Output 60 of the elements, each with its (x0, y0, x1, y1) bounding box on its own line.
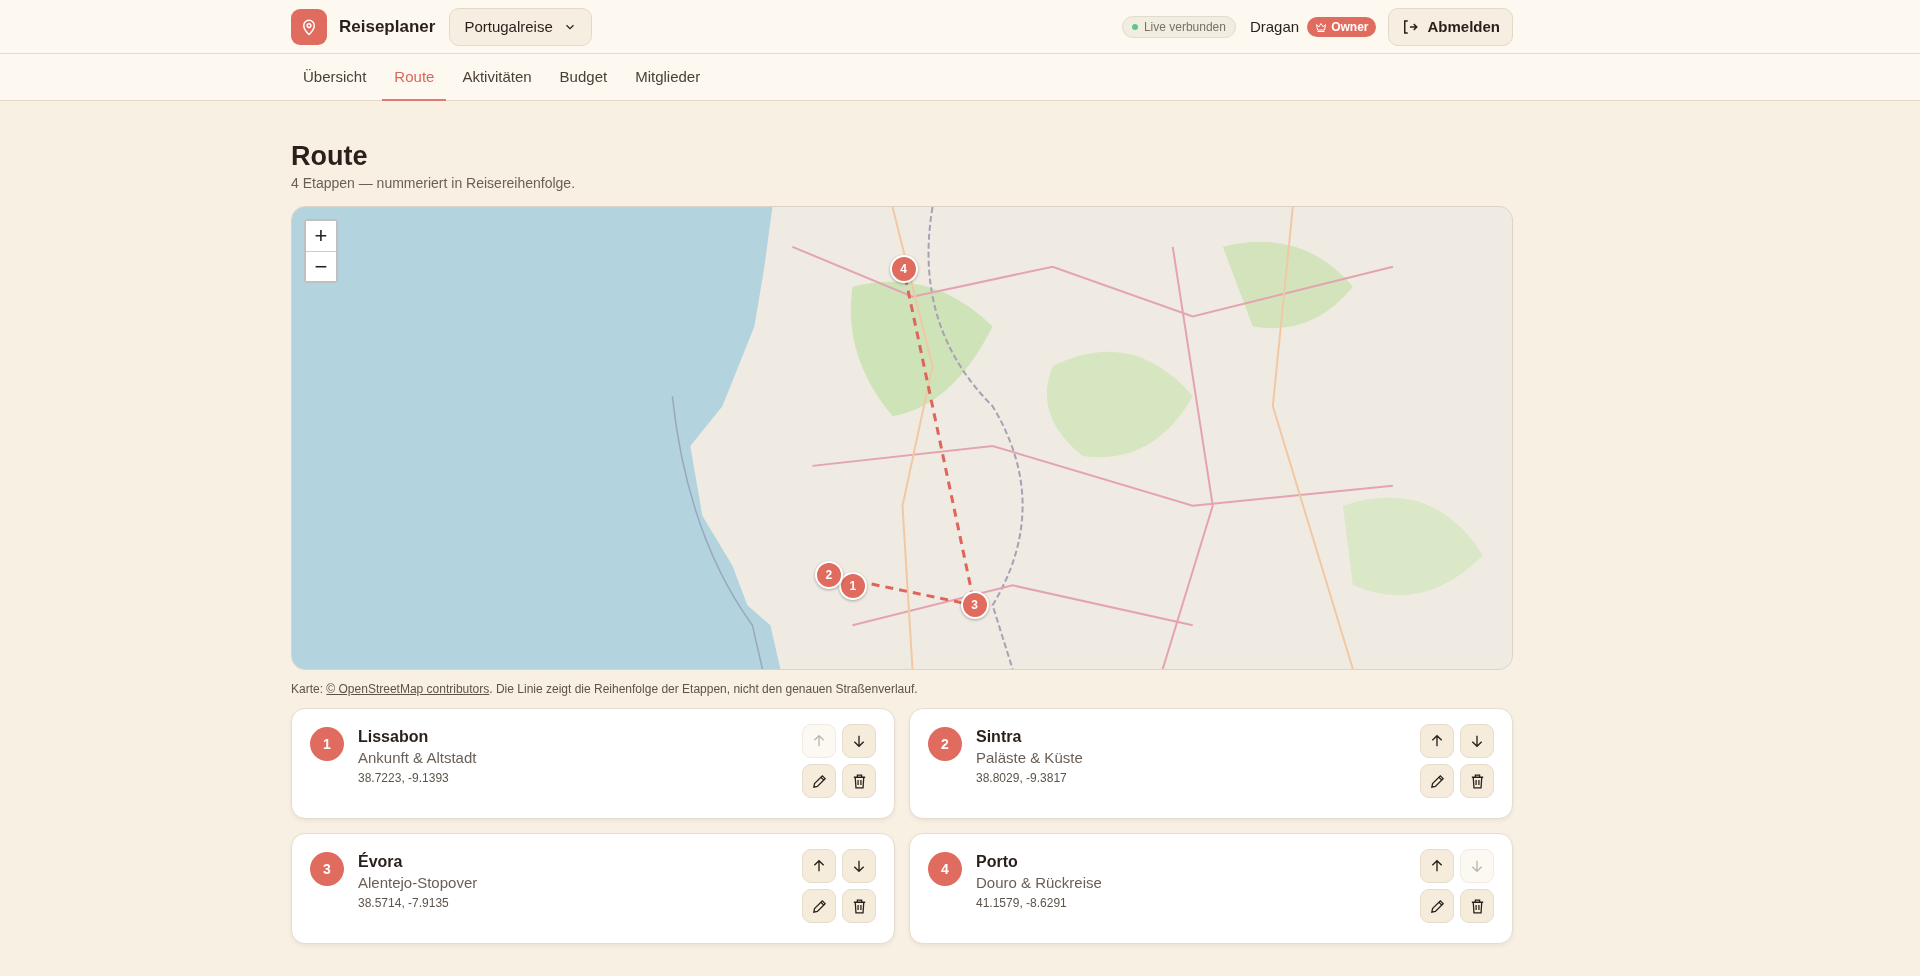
nav-tab[interactable]: Mitglieder (623, 54, 713, 101)
stop-description: Ankunft & Altstadt (358, 749, 478, 766)
move-up-button[interactable] (802, 849, 836, 883)
stop-coordinates: 38.7223, -9.1393 (358, 771, 450, 785)
stop-number: 3 (310, 852, 344, 886)
nav-tab[interactable]: Übersicht (291, 54, 379, 101)
logout-button[interactable]: Abmelden (1388, 7, 1513, 46)
page-subtitle: 4 Etappen — nummeriert in Reisereihenfolge. (291, 175, 577, 191)
nav-tab[interactable]: Aktivitäten (450, 54, 544, 101)
arrow-up-icon (811, 733, 827, 749)
delete-button[interactable] (842, 889, 876, 923)
stop-name: Lissabon (358, 728, 430, 746)
pencil-icon (1428, 897, 1446, 915)
pencil-icon (810, 897, 828, 915)
crown-icon (1315, 20, 1328, 33)
arrow-up-icon (1429, 858, 1445, 874)
stop-coordinates: 38.8029, -9.3817 (976, 771, 1068, 785)
stop-description: Douro & Rückreise (976, 874, 1103, 891)
edit-button[interactable] (802, 764, 836, 798)
arrow-up-icon (811, 858, 827, 874)
arrow-down-icon (851, 858, 867, 874)
delete-button[interactable] (842, 764, 876, 798)
pencil-icon (810, 772, 828, 790)
stop-name: Sintra (976, 728, 1023, 746)
stop-number: 1 (310, 727, 344, 761)
move-down-button[interactable] (842, 849, 876, 883)
delete-button[interactable] (1460, 764, 1494, 798)
stop-number: 4 (928, 852, 962, 886)
move-up-button[interactable] (1420, 724, 1454, 758)
map-caption: Karte: © OpenStreetMap contributors. Die Linie zeigt die Reihenfolge der Etappen, nicht den genauen Straßenverlauf. (291, 682, 919, 696)
arrow-down-icon (1469, 858, 1485, 874)
stop-coordinates: 38.5714, -7.9135 (358, 896, 450, 910)
arrow-up-icon (1429, 733, 1445, 749)
pencil-icon (1428, 772, 1446, 790)
status-text: Live verbunden (1143, 19, 1226, 34)
arrow-down-icon (1469, 733, 1485, 749)
trip-dropdown[interactable]: Portugalreise (449, 7, 592, 46)
move-up-button[interactable] (1420, 849, 1454, 883)
status-dot (1131, 23, 1138, 30)
role-text: Owner (1331, 19, 1369, 34)
stop-coordinates: 41.1579, -8.6291 (976, 896, 1068, 910)
stop-description: Paläste & Küste (976, 749, 1084, 766)
stop-name: Porto (976, 853, 1019, 871)
stop-description: Alentejo-Stopover (358, 874, 479, 891)
logout-icon (1401, 17, 1420, 36)
app-logo (291, 8, 327, 45)
edit-button[interactable] (802, 889, 836, 923)
arrow-down-icon (851, 733, 867, 749)
page-title: Route (291, 141, 369, 172)
app-name: Reiseplaner (339, 16, 436, 37)
edit-button[interactable] (1420, 889, 1454, 923)
move-down-button[interactable] (842, 724, 876, 758)
stop-name: Évora (358, 853, 404, 871)
stop-number: 2 (928, 727, 962, 761)
user-name: Dragan (1249, 18, 1300, 35)
zoom-out-button[interactable]: − (306, 251, 336, 281)
delete-button[interactable] (1460, 889, 1494, 923)
edit-button[interactable] (1420, 764, 1454, 798)
move-down-button[interactable] (1460, 724, 1494, 758)
nav-tab[interactable]: Budget (547, 54, 620, 101)
